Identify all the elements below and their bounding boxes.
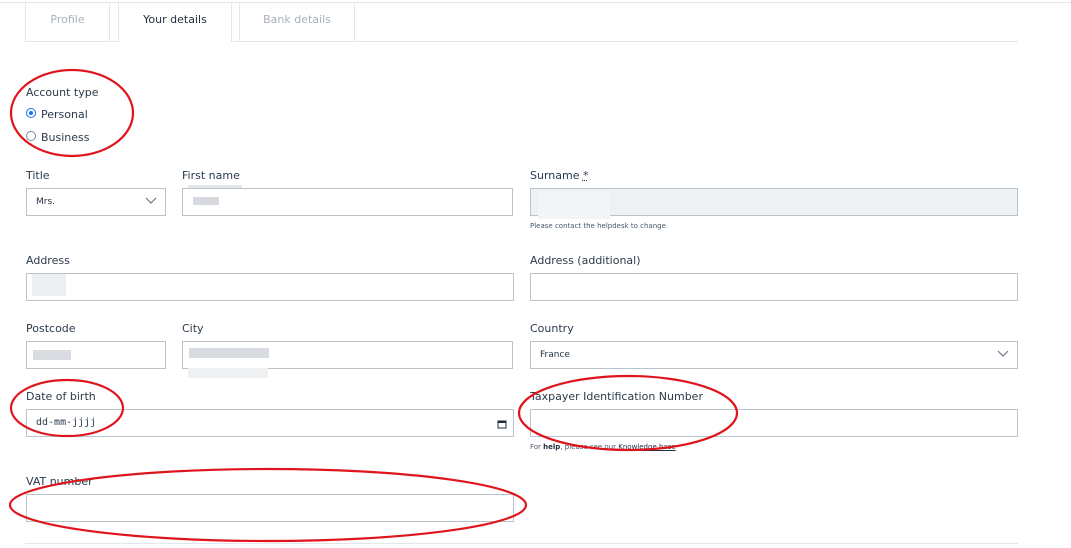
tab-bank-details[interactable]: Bank details bbox=[239, 3, 355, 41]
chevron-down-icon bbox=[145, 197, 157, 204]
title-select[interactable]: Mrs. bbox=[26, 188, 166, 216]
knowledge-base-link[interactable]: Knowledge base bbox=[618, 443, 675, 451]
address-additional-label: Address (additional) bbox=[530, 254, 641, 267]
vat-number-field[interactable] bbox=[26, 494, 514, 522]
tin-field[interactable] bbox=[530, 409, 1018, 437]
title-select-value: Mrs. bbox=[36, 197, 56, 207]
chevron-down-icon bbox=[997, 350, 1009, 357]
tab-profile[interactable]: Profile bbox=[25, 3, 110, 41]
surname-field[interactable] bbox=[530, 188, 1018, 219]
redacted-value bbox=[33, 350, 71, 360]
city-field[interactable] bbox=[182, 341, 513, 369]
country-label: Country bbox=[530, 322, 574, 335]
tab-bar: Profile Your details Bank details bbox=[25, 3, 1018, 42]
required-mark: * bbox=[582, 169, 589, 182]
tab-your-details[interactable]: Your details bbox=[118, 3, 232, 42]
redacted-value bbox=[193, 197, 219, 205]
postcode-field[interactable] bbox=[26, 341, 166, 369]
first-name-label: First name bbox=[182, 169, 240, 182]
country-select[interactable]: France bbox=[530, 341, 1018, 369]
bottom-divider bbox=[25, 543, 1018, 544]
redacted-value bbox=[538, 191, 610, 219]
first-name-field[interactable] bbox=[182, 188, 513, 216]
calendar-icon[interactable] bbox=[497, 419, 507, 429]
tin-hint: For help, please see our Knowledge base bbox=[530, 443, 676, 451]
address-additional-field[interactable] bbox=[530, 273, 1018, 301]
country-select-value: France bbox=[540, 350, 570, 360]
tin-label: Taxpayer Identification Number bbox=[530, 390, 703, 403]
radio-business-label[interactable]: Business bbox=[41, 131, 90, 144]
city-label: City bbox=[182, 322, 204, 335]
date-of-birth-field[interactable]: dd-mm-jjjj bbox=[26, 409, 514, 437]
surname-label: Surname * bbox=[530, 169, 589, 182]
account-type-label: Account type bbox=[26, 86, 99, 99]
radio-personal[interactable] bbox=[26, 108, 36, 118]
postcode-label: Postcode bbox=[26, 322, 76, 335]
radio-business[interactable] bbox=[26, 131, 36, 141]
date-of-birth-label: Date of birth bbox=[26, 390, 96, 403]
radio-personal-label[interactable]: Personal bbox=[41, 108, 88, 121]
surname-hint: Please contact the helpdesk to change bbox=[530, 222, 666, 230]
address-field[interactable] bbox=[26, 273, 514, 301]
redacted-text bbox=[188, 368, 268, 378]
vat-number-label: VAT number bbox=[26, 475, 93, 488]
date-of-birth-placeholder: dd-mm-jjjj bbox=[36, 417, 97, 428]
redacted-value bbox=[32, 274, 66, 296]
title-label: Title bbox=[26, 169, 50, 182]
address-label: Address bbox=[26, 254, 70, 267]
redacted-value bbox=[189, 348, 269, 358]
